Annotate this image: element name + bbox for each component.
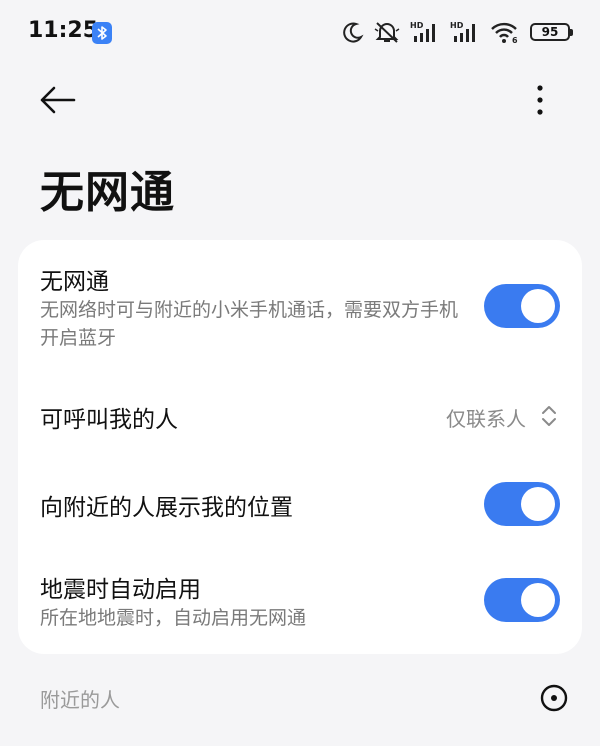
back-arrow-icon [40, 86, 76, 114]
wuwangtong-toggle[interactable] [484, 284, 560, 328]
chevron-updown-icon [542, 406, 556, 426]
setting-title: 地震时自动启用 [40, 577, 201, 603]
status-bar: 11:25 HD HD 6 95 [0, 0, 600, 66]
page-title: 无网通 [40, 167, 175, 218]
setting-row-earthquake[interactable]: 地震时自动启用 所在地地震时，自动启用无网通 [18, 550, 582, 650]
status-icons: HD HD 6 95 [342, 20, 573, 44]
back-button[interactable] [36, 80, 80, 120]
hd-signal-icon: HD [450, 21, 475, 42]
muted-bell-icon [374, 22, 400, 43]
status-time: 11:25 [28, 18, 99, 43]
wifi-icon: 6 [491, 22, 518, 44]
callable-by-value[interactable]: 仅联系人 [446, 403, 526, 432]
svg-text:HD: HD [410, 21, 424, 30]
setting-description: 所在地地震时，自动启用无网通 [40, 607, 307, 629]
more-options-button[interactable] [526, 80, 554, 120]
settings-card: 无网通 无网络时可与附近的小米手机通话，需要双方手机开启蓝牙 可呼叫我的人 仅联… [18, 240, 582, 654]
earthquake-auto-toggle[interactable] [484, 578, 560, 622]
moon-icon [343, 22, 364, 43]
setting-title: 可呼叫我的人 [40, 407, 178, 433]
setting-row-show-location[interactable]: 向附近的人展示我的位置 [18, 462, 582, 542]
bluetooth-icon [92, 22, 112, 44]
nearby-section-label: 附近的人 [40, 688, 120, 712]
svg-text:6: 6 [512, 36, 518, 44]
setting-row-wuwangtong[interactable]: 无网通 无网络时可与附近的小米手机通话，需要双方手机开启蓝牙 [18, 240, 582, 358]
setting-title: 向附近的人展示我的位置 [40, 495, 293, 521]
battery-level: 95 [541, 25, 559, 39]
target-icon [540, 684, 568, 712]
setting-title: 无网通 [40, 269, 109, 295]
toggle-knob [521, 487, 555, 521]
setting-row-callable-by[interactable]: 可呼叫我的人 仅联系人 [18, 374, 582, 454]
toggle-knob [521, 583, 555, 617]
show-location-toggle[interactable] [484, 482, 560, 526]
more-vertical-icon [537, 85, 543, 115]
locate-nearby-button[interactable] [538, 682, 570, 714]
battery-icon: 95 [530, 23, 573, 41]
toggle-knob [521, 289, 555, 323]
svg-text:HD: HD [450, 21, 464, 30]
setting-description: 无网络时可与附近的小米手机通话，需要双方手机开启蓝牙 [40, 299, 459, 349]
hd-signal-icon: HD [410, 21, 435, 42]
